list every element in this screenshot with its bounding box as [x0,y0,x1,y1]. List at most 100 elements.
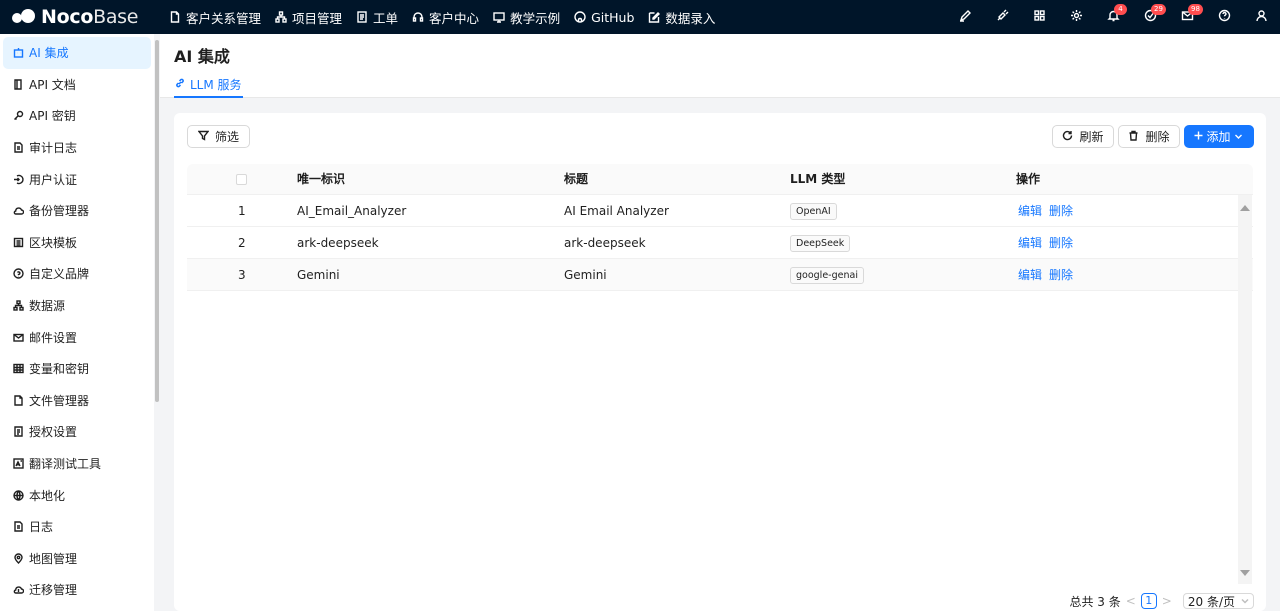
gear-icon [1070,9,1083,26]
row-title: ark-deepseek [564,236,646,250]
delete-link[interactable]: 删除 [1049,204,1073,218]
column-header-name[interactable]: 唯一标识 [297,164,345,195]
settings-button[interactable] [1058,0,1095,34]
trash-icon [1128,130,1145,144]
row-index: 3 [238,268,246,282]
table-row[interactable]: 1 AI_Email_Analyzer AI Email Analyzer Op… [187,195,1253,227]
sidebar-scrollbar[interactable] [155,40,159,402]
sidebar-item-api-docs[interactable]: API 文档 [3,69,151,101]
sidebar-item-variables-secrets[interactable]: 变量和密钥 [3,353,151,385]
sidebar-item-audit-logs[interactable]: 审计日志 [3,132,151,164]
mail-button[interactable]: 98 [1169,0,1206,34]
reload-icon [1062,130,1079,144]
sidebar-item-logs[interactable]: 日志 [3,511,151,543]
topnav-data-entry[interactable]: 数据录入 [641,0,722,34]
apps-grid-icon [1033,9,1046,26]
page-title: AI 集成 [174,47,230,66]
chevron-down-icon [1231,130,1245,144]
plugin-button[interactable] [984,0,1021,34]
license-icon [12,426,24,438]
sidebar-item-custom-brand[interactable]: 自定义品牌 [3,258,151,290]
tab-llm-services[interactable]: LLM 服务 [174,72,243,98]
nocobase-logo[interactable]: NocoBase [0,0,162,34]
llm-type-tag: DeepSeek [790,235,851,252]
filter-button[interactable]: 筛选 [187,125,250,148]
link-icon [175,77,190,91]
delete-button[interactable]: 删除 [1118,125,1180,148]
sidebar-item-backup-manager[interactable]: 备份管理器 [3,195,151,227]
page-size-select[interactable]: 20 条/页 [1182,593,1254,609]
sidebar-item-mail-settings[interactable]: 邮件设置 [3,321,151,353]
llm-type-tag: google-genai [790,267,864,284]
robot-icon [12,47,24,59]
table-row[interactable]: 2 ark-deepseek ark-deepseek DeepSeek 编辑删… [187,227,1253,259]
topnav-tickets[interactable]: 工单 [349,0,405,34]
top-navbar: NocoBase 客户关系管理 项目管理 工单 客户中心 教学示例 GitHub [0,0,1280,34]
table-scrollbar[interactable] [1238,195,1252,584]
sidebar-item-migration-manager[interactable]: 迁移管理 [3,574,151,606]
topnav-customer-center[interactable]: 客户中心 [405,0,486,34]
sidebar-item-localization[interactable]: 本地化 [3,479,151,511]
row-llm-type: google-genai [790,259,864,291]
sidebar-item-file-manager[interactable]: 文件管理器 [3,385,151,417]
scroll-down-arrow-icon[interactable] [1240,570,1250,576]
row-index: 1 [238,204,246,218]
sidebar-item-map-manager[interactable]: 地图管理 [3,543,151,575]
topnav-examples[interactable]: 教学示例 [486,0,567,34]
row-actions: 编辑 删除 [1018,227,1080,259]
login-icon [12,173,24,185]
page-header: AI 集成 LLM 服务 [160,34,1280,98]
topnav-github[interactable]: GitHub [567,0,641,34]
highlight-button[interactable] [947,0,984,34]
mail-icon [12,331,24,343]
notifications-button[interactable]: 4 [1095,0,1132,34]
template-icon [12,236,24,248]
notification-count-badge: 4 [1114,4,1127,15]
topnav-crm[interactable]: 客户关系管理 [162,0,268,34]
delete-link[interactable]: 删除 [1049,268,1073,282]
migrate-icon [12,584,24,596]
row-llm-type: OpenAI [790,195,837,227]
row-title: AI Email Analyzer [564,204,669,218]
prev-page-icon[interactable]: < [1126,594,1136,608]
edit-link[interactable]: 编辑 [1018,236,1042,250]
column-header-llm-type[interactable]: LLM 类型 [790,164,845,195]
sidebar-item-ai-integration[interactable]: AI 集成 [3,37,151,69]
sidebar-item-license[interactable]: 授权设置 [3,416,151,448]
edit-icon [648,11,661,23]
help-button[interactable] [1206,0,1243,34]
tasks-button[interactable]: 29 [1132,0,1169,34]
pagination-page-1[interactable]: 1 [1140,593,1157,609]
sidebar-item-api-keys[interactable]: API 密钥 [3,100,151,132]
sidebar-item-block-templates[interactable]: 区块模板 [3,227,151,259]
refresh-button[interactable]: 刷新 [1052,125,1114,148]
add-button[interactable]: 添加 [1184,125,1254,148]
chevron-down-icon [1235,594,1249,608]
book-icon [12,78,24,90]
form-icon [356,11,368,23]
database-icon [12,300,24,312]
logo-mark-icon [12,8,36,26]
apartment-icon [275,11,287,23]
column-header-title[interactable]: 标题 [564,164,588,195]
user-icon [1255,9,1268,26]
sidebar-item-data-sources[interactable]: 数据源 [3,290,151,322]
scroll-up-arrow-icon[interactable] [1240,205,1250,211]
column-header-actions: 操作 [1016,172,1041,186]
filter-icon [197,130,215,144]
translate-icon [12,458,24,470]
select-all-checkbox[interactable] [236,174,247,185]
sidebar-item-translation-test[interactable]: 翻译测试工具 [3,448,151,480]
edit-link[interactable]: 编辑 [1018,268,1042,282]
row-name: Gemini [297,268,340,282]
table-row[interactable]: 3 Gemini Gemini google-genai 编辑 删除 [187,259,1253,291]
next-page-icon[interactable]: > [1162,594,1172,608]
delete-link[interactable]: 删除 [1049,236,1073,250]
user-menu-button[interactable] [1243,0,1280,34]
topnav-projects[interactable]: 项目管理 [268,0,349,34]
table-icon [12,363,24,375]
edit-link[interactable]: 编辑 [1018,204,1042,218]
tasks-count-badge: 29 [1151,4,1166,15]
sidebar-item-authentication[interactable]: 用户认证 [3,163,151,195]
apps-button[interactable] [1021,0,1058,34]
